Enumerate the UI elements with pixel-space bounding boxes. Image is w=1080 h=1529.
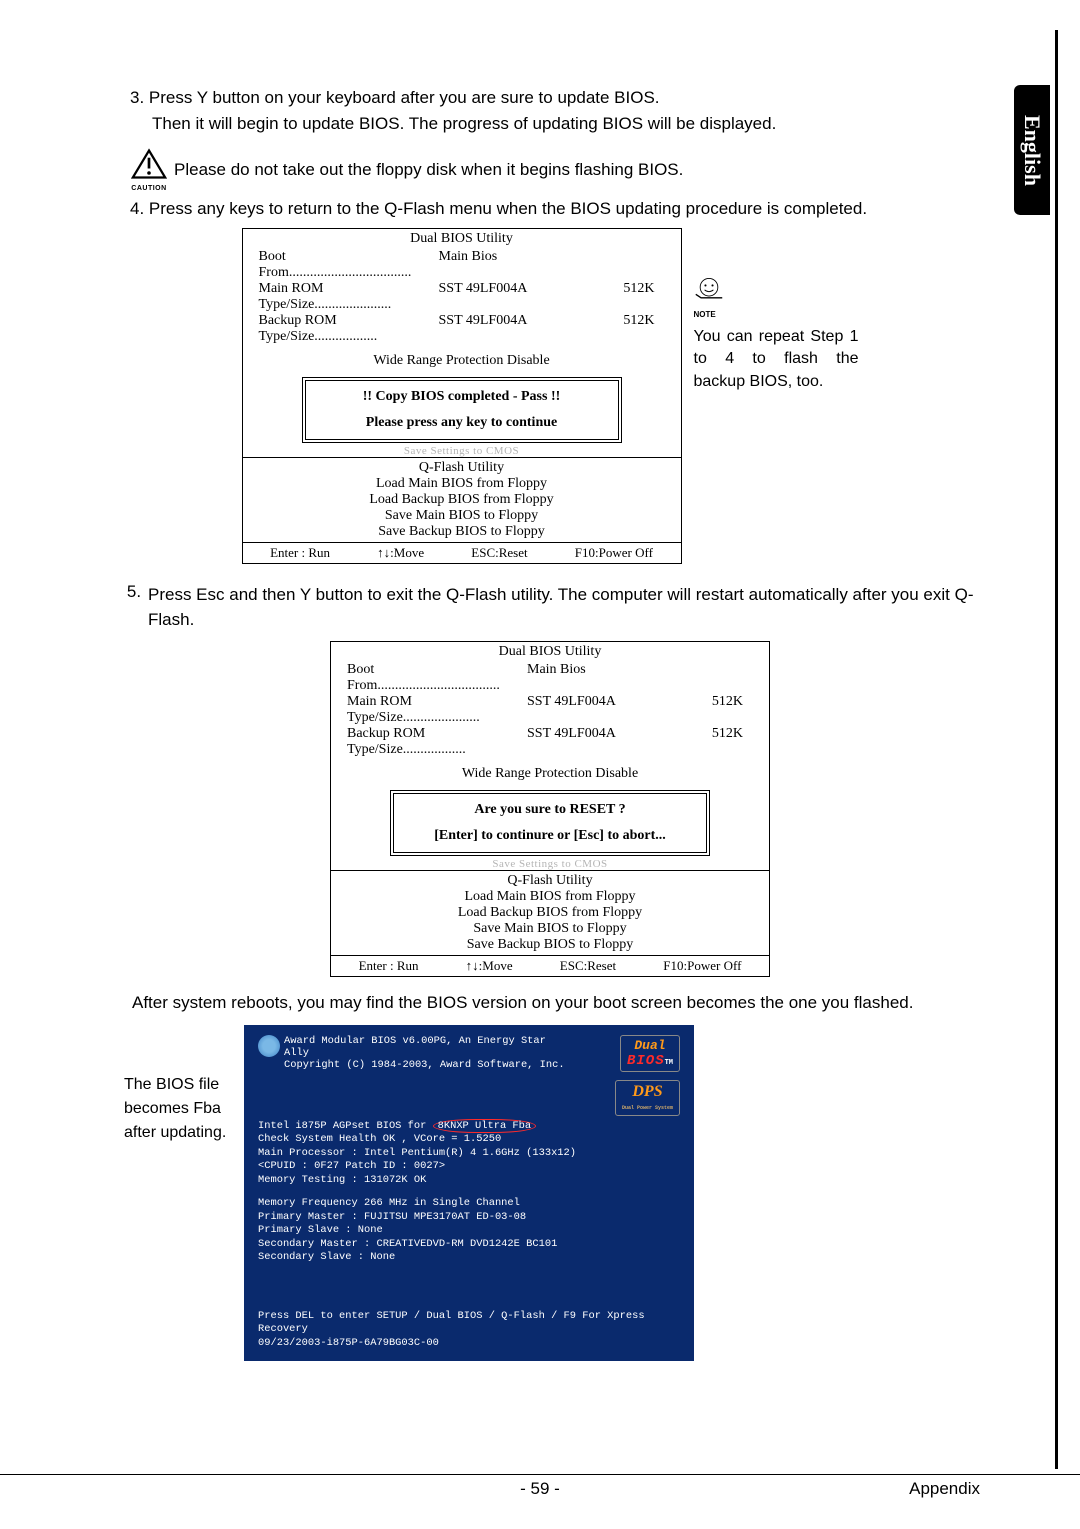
footer-f10: F10:Power Off <box>575 545 653 561</box>
backup-rom-size: 512K <box>693 726 753 758</box>
dual-bios-logo: Dual BIOSTM <box>620 1035 680 1072</box>
boot-info-block2: Memory Frequency 266 MHz in Single Chann… <box>258 1197 680 1265</box>
backup-rom-value: SST 49LF004A <box>517 726 693 758</box>
copy-complete-dialog: !! Copy BIOS completed - Pass !! Please … <box>302 377 622 443</box>
note-text: You can repeat Step 1 to 4 to flash the … <box>694 326 859 393</box>
note-label: NOTE <box>694 309 859 320</box>
step-5-text: Press Esc and then Y button to exit the … <box>148 582 980 633</box>
qflash-item: Save Main BIOS to Floppy <box>243 508 681 524</box>
copy-complete-line2: Please press any key to continue <box>310 415 614 431</box>
page-content: 3. Press Y button on your keyboard after… <box>0 0 1080 1361</box>
main-rom-label: Main ROM Type/Size...................... <box>259 281 429 313</box>
bios-title: Dual BIOS Utility <box>331 642 769 662</box>
caution-icon: CAUTION <box>130 148 168 192</box>
circled-bios-version: 8KNXP Ultra Fba <box>433 1119 537 1133</box>
energy-star-icon <box>258 1035 280 1057</box>
caution-text: Please do not take out the floppy disk w… <box>174 160 683 180</box>
note-icon: NOTE <box>694 276 859 321</box>
qflash-items: Load Main BIOS from Floppy Load Backup B… <box>243 476 681 542</box>
wide-range: Wide Range Protection Disable <box>331 758 769 786</box>
qflash-item: Save Backup BIOS to Floppy <box>331 937 769 953</box>
step-5-row: 5. Press Esc and then Y button to exit t… <box>120 582 980 633</box>
qflash-item: Save Main BIOS to Floppy <box>331 921 769 937</box>
boot-screen: Award Modular BIOS v6.00PG, An Energy St… <box>244 1025 694 1361</box>
bios-box-2-wrap: Dual BIOS Utility Boot From.............… <box>120 641 980 977</box>
wide-range: Wide Range Protection Disable <box>243 345 681 373</box>
logo-stack: Dual BIOSTM DPS Dual Power System <box>574 1035 680 1116</box>
copy-complete-line1: !! Copy BIOS completed - Pass !! <box>310 389 614 405</box>
step-3-line1: 3. Press Y button on your keyboard after… <box>130 85 980 111</box>
boot-footer: Press DEL to enter SETUP / Dual BIOS / Q… <box>258 1310 694 1351</box>
bios-box-1-wrap: Dual BIOS Utility Boot From.............… <box>120 228 980 564</box>
footer-esc: ESC:Reset <box>560 958 616 974</box>
reset-confirm-dialog: Are you sure to RESET ? [Enter] to conti… <box>390 790 710 856</box>
main-rom-size: 512K <box>605 281 665 313</box>
backup-rom-label: Backup ROM Type/Size.................. <box>259 313 429 345</box>
qflash-item: Load Backup BIOS from Floppy <box>243 492 681 508</box>
blurred-text: Save Settings to CMOS <box>243 445 681 457</box>
footer-move: ↑↓:Move <box>377 545 424 561</box>
reset-line2: [Enter] to continure or [Esc] to abort..… <box>398 828 702 844</box>
blurred-text: Save Settings to CMOS <box>331 858 769 870</box>
note-column: NOTE You can repeat Step 1 to 4 to flash… <box>694 228 859 394</box>
footer-move: ↑↓:Move <box>466 958 513 974</box>
page-footer: - 59 - Appendix <box>0 1474 1080 1499</box>
main-rom-size: 512K <box>693 694 753 726</box>
section-name: Appendix <box>909 1479 980 1499</box>
backup-rom-label: Backup ROM Type/Size.................. <box>347 726 517 758</box>
page-number: - 59 - <box>520 1479 560 1499</box>
qflash-items: Load Main BIOS from Floppy Load Backup B… <box>331 889 769 955</box>
step-4: 4. Press any keys to return to the Q-Fla… <box>130 196 980 222</box>
qflash-item: Load Main BIOS from Floppy <box>331 889 769 905</box>
boot-hdr1: Award Modular BIOS v6.00PG, An Energy St… <box>284 1035 574 1059</box>
footer-enter: Enter : Run <box>270 545 330 561</box>
qflash-title: Q-Flash Utility <box>331 870 769 889</box>
backup-rom-size: 512K <box>605 313 665 345</box>
qflash-item: Load Main BIOS from Floppy <box>243 476 681 492</box>
boot-info-block1: Intel i875P AGPset BIOS for 8KNXP Ultra … <box>258 1120 680 1188</box>
boot-from-value: Main Bios <box>429 249 605 281</box>
qflash-item: Save Backup BIOS to Floppy <box>243 524 681 540</box>
bios-title: Dual BIOS Utility <box>243 229 681 249</box>
after-reboot-text: After system reboots, you may find the B… <box>132 993 980 1013</box>
caution-row: CAUTION Please do not take out the flopp… <box>130 148 980 192</box>
main-rom-value: SST 49LF004A <box>429 281 605 313</box>
bios-footer: Enter : Run ↑↓:Move ESC:Reset F10:Power … <box>331 955 769 976</box>
bios-footer: Enter : Run ↑↓:Move ESC:Reset F10:Power … <box>243 542 681 563</box>
main-rom-value: SST 49LF004A <box>517 694 693 726</box>
reset-line1: Are you sure to RESET ? <box>398 802 702 818</box>
footer-enter: Enter : Run <box>359 958 419 974</box>
main-rom-label: Main ROM Type/Size...................... <box>347 694 517 726</box>
footer-f10: F10:Power Off <box>663 958 741 974</box>
boot-from-value: Main Bios <box>517 662 693 694</box>
footer-esc: ESC:Reset <box>471 545 527 561</box>
boot-hdr2: Copyright (C) 1984-2003, Award Software,… <box>284 1059 574 1071</box>
boot-screenshot-row: The BIOS file becomes Fba after updating… <box>120 1025 980 1361</box>
step-5-num: 5. <box>120 582 148 633</box>
bios-utility-box-2: Dual BIOS Utility Boot From.............… <box>330 641 770 977</box>
backup-rom-value: SST 49LF004A <box>429 313 605 345</box>
boot-annotation: The BIOS file becomes Fba after updating… <box>124 1025 244 1361</box>
qflash-title: Q-Flash Utility <box>243 457 681 476</box>
bios-utility-box-1: Dual BIOS Utility Boot From.............… <box>242 228 682 564</box>
dps-logo: DPS Dual Power System <box>615 1080 680 1116</box>
step-3-line2: Then it will begin to update BIOS. The p… <box>152 111 980 137</box>
qflash-item: Load Backup BIOS from Floppy <box>331 905 769 921</box>
caution-label: CAUTION <box>130 185 168 192</box>
boot-from-label: Boot From...............................… <box>347 662 517 694</box>
boot-from-label: Boot From...............................… <box>259 249 429 281</box>
